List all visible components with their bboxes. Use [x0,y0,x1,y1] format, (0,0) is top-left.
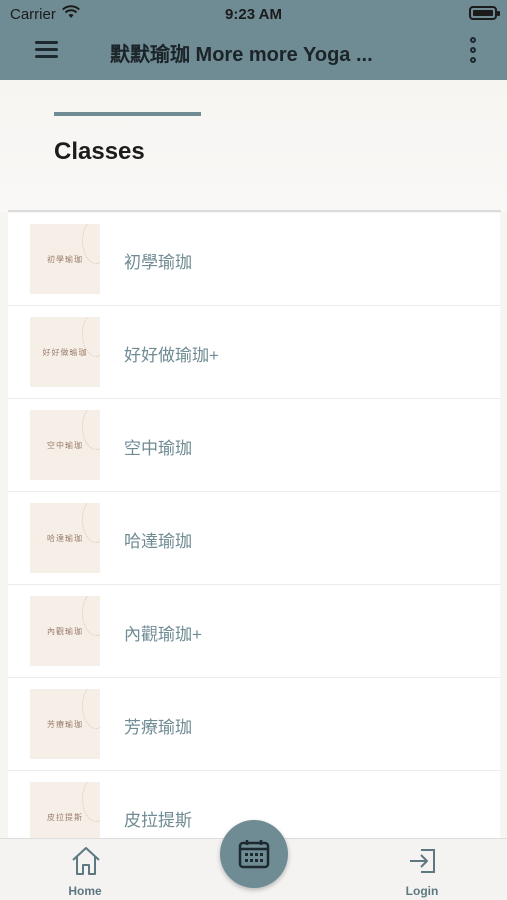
calendar-button[interactable] [220,820,288,888]
page-header: Classes [0,80,507,212]
battery-icon [469,6,500,20]
home-icon [72,847,100,875]
menu-button[interactable] [32,38,62,62]
class-label: 初學瑜珈 [124,253,192,272]
tab-login[interactable]: Login [382,839,462,900]
login-icon [410,849,435,873]
class-label: 哈達瑜珈 [124,532,192,551]
class-thumbnail: 皮拉提斯 [30,782,100,839]
class-thumbnail: 芳療瑜珈 [30,689,100,759]
class-thumbnail: 內觀瑜珈 [30,596,100,666]
list-item-class[interactable]: 內觀瑜珈 內觀瑜珈+ [8,585,500,678]
calendar-icon [238,840,270,869]
top-app-bar: Carrier 9:23 AM 默默瑜珈 More more Yoga ... [0,0,507,80]
header-divider [8,210,501,212]
list-item-class[interactable]: 空中瑜珈 空中瑜珈 [8,399,500,492]
status-time: 9:23 AM [225,6,282,23]
page-title: Classes [54,138,145,165]
class-label: 內觀瑜珈+ [124,625,202,644]
class-thumbnail: 好好做瑜珈 [30,317,100,387]
class-list[interactable]: 初學瑜珈 初學瑜珈 好好做瑜珈 好好做瑜珈+ 空中瑜珈 空中瑜珈 哈達瑜珈 哈達… [8,213,500,839]
app-title: 默默瑜珈 More more Yoga ... [110,44,373,66]
list-item-class[interactable]: 好好做瑜珈 好好做瑜珈+ [8,306,500,399]
class-label: 好好做瑜珈+ [124,346,219,365]
list-item-class[interactable]: 初學瑜珈 初學瑜珈 [8,213,500,306]
more-vertical-icon [470,37,476,43]
status-bar: Carrier 9:23 AM [0,0,507,28]
title-accent-bar [54,112,201,116]
list-item-class[interactable]: 芳療瑜珈 芳療瑜珈 [8,678,500,771]
list-item-class[interactable]: 哈達瑜珈 哈達瑜珈 [8,492,500,585]
tab-home[interactable]: Home [45,839,125,900]
tab-login-label: Login [405,884,439,898]
class-label: 空中瑜珈 [124,439,192,458]
class-thumbnail: 初學瑜珈 [30,224,100,294]
hamburger-icon [35,41,58,44]
class-label: 芳療瑜珈 [124,718,192,737]
more-options-button[interactable] [462,34,484,66]
class-label: 皮拉提斯 [124,811,192,830]
tab-home-label: Home [68,884,102,898]
class-thumbnail: 空中瑜珈 [30,410,100,480]
class-thumbnail: 哈達瑜珈 [30,503,100,573]
